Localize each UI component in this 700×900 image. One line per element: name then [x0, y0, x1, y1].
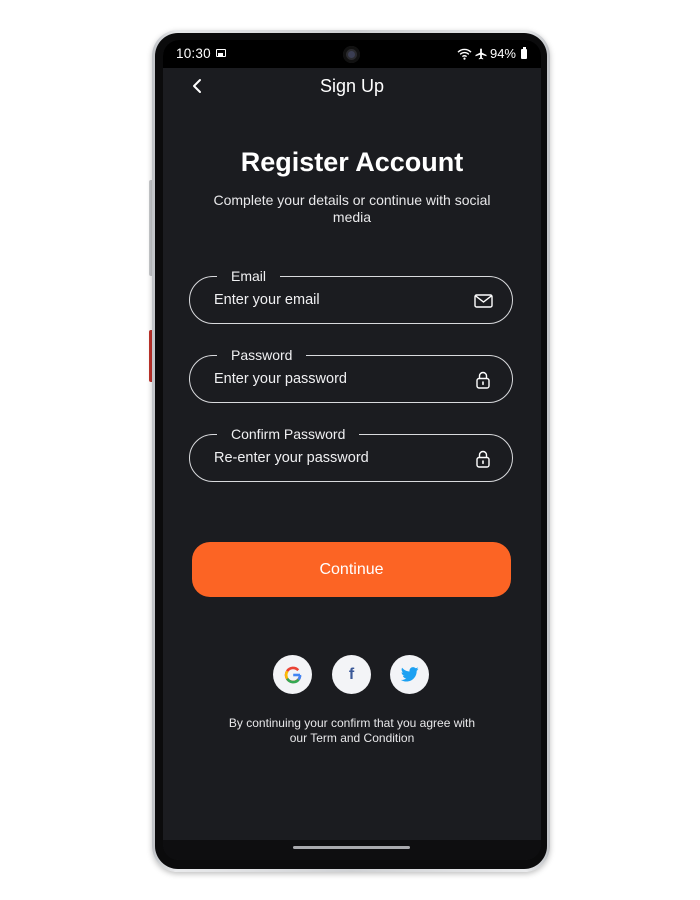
google-icon [284, 666, 301, 683]
header-title: Sign Up [319, 76, 385, 96]
terms-text: By continuing your confirm that you agre… [197, 716, 507, 746]
password-field: Password [189, 347, 513, 403]
battery-percent: 94% [489, 46, 516, 61]
image-icon [216, 49, 226, 57]
confirm-password-input[interactable] [214, 435, 454, 481]
confirm-password-field: Confirm Password [189, 426, 513, 482]
wifi-icon [457, 48, 472, 60]
google-login-button[interactable] [273, 655, 312, 694]
facebook-login-button[interactable]: f [332, 655, 371, 694]
status-icons: 94% [457, 46, 527, 61]
lock-icon [473, 449, 493, 469]
phone-screen: 10:30 94% Sign Up Register Account Compl… [163, 40, 541, 860]
page-subtitle: Complete your details or continue with s… [213, 192, 491, 225]
page-title: Register Account [240, 147, 464, 177]
terms-line-1: By continuing your confirm that you agre… [228, 716, 476, 730]
status-bar: 10:30 94% [163, 40, 541, 68]
battery-icon [521, 46, 527, 59]
home-indicator[interactable] [293, 846, 410, 849]
stage: 10:30 94% Sign Up Register Account Compl… [0, 0, 700, 900]
facebook-icon: f [348, 665, 355, 683]
navigation-bar [163, 840, 541, 860]
continue-button[interactable]: Continue [192, 542, 511, 597]
status-time: 10:30 [176, 46, 211, 61]
email-field: Email [189, 268, 513, 324]
terms-link[interactable]: our Term and Condition [197, 731, 507, 746]
mail-icon [473, 291, 493, 311]
twitter-icon [400, 667, 419, 682]
email-input[interactable] [214, 277, 454, 323]
social-login-row: f [163, 655, 541, 695]
password-input[interactable] [214, 356, 454, 402]
twitter-login-button[interactable] [390, 655, 429, 694]
lock-icon [473, 370, 493, 390]
front-camera [343, 46, 360, 63]
airplane-icon [475, 48, 487, 59]
